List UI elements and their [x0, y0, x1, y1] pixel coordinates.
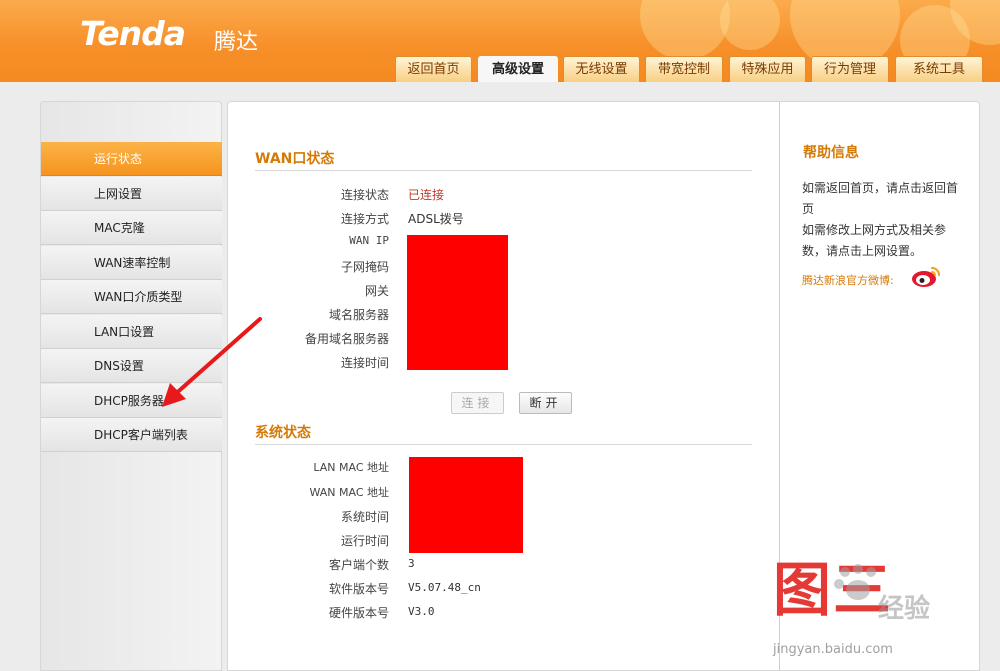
watermark: 图 三 经验 jingyan.baidu.com — [773, 560, 998, 670]
connect-button[interactable]: 连接 — [451, 392, 504, 414]
redaction-box — [407, 235, 508, 370]
sidebar-item-dhcp-client-list[interactable]: DHCP客户端列表 — [41, 418, 222, 452]
disconnect-button[interactable]: 断开 — [519, 392, 572, 414]
tab-home[interactable]: 返回首页 — [395, 56, 472, 82]
wan-connection-type-value: ADSL拨号 — [408, 212, 464, 226]
wan-mac-label: WAN MAC 地址 — [309, 486, 389, 499]
paw-icon — [834, 564, 876, 600]
wan-connection-status-value: 已连接 — [408, 188, 445, 202]
uptime-label: 运行时间 — [340, 534, 389, 548]
software-version-value: V5.07.48_cn — [408, 581, 481, 594]
system-time-label: 系统时间 — [340, 510, 389, 524]
tab-system-tools[interactable]: 系统工具 — [895, 56, 983, 82]
hardware-version-value: V3.0 — [408, 605, 435, 618]
header-bubble — [720, 0, 780, 50]
wan-status-title: WAN口状态 — [255, 151, 335, 167]
sidebar-item-running-status[interactable]: 运行状态 — [41, 142, 222, 176]
tab-advanced-settings[interactable]: 高级设置 — [478, 56, 558, 82]
wan-connection-status-label: 连接状态 — [340, 188, 389, 202]
divider — [255, 444, 752, 445]
software-version-label: 软件版本号 — [328, 582, 389, 596]
tab-behavior-management[interactable]: 行为管理 — [811, 56, 889, 82]
main-panel: WAN口状态 连接状态 已连接 连接方式 ADSL拨号 WAN IP 子网掩码 … — [227, 101, 780, 671]
subnet-mask-label: 子网掩码 — [340, 260, 389, 274]
watermark-char: 图 — [773, 556, 832, 624]
lan-mac-label: LAN MAC 地址 — [313, 461, 389, 474]
redaction-box — [409, 457, 523, 553]
tab-special-apps[interactable]: 特殊应用 — [729, 56, 806, 82]
weibo-link[interactable]: 腾达新浪官方微博: — [802, 272, 894, 288]
red-arrow-annotation — [162, 317, 262, 407]
sidebar-item-wan-rate-control[interactable]: WAN速率控制 — [41, 246, 222, 280]
system-status-title: 系统状态 — [255, 425, 311, 441]
hardware-version-label: 硬件版本号 — [328, 606, 389, 620]
help-title: 帮助信息 — [803, 145, 859, 161]
tenda-logo-cn: 腾达 — [214, 30, 259, 55]
client-count-label: 客户端个数 — [328, 558, 389, 572]
sidebar-item-internet-settings[interactable]: 上网设置 — [41, 177, 222, 211]
sidebar-item-wan-medium-type[interactable]: WAN口介质类型 — [41, 280, 222, 314]
wan-connection-type-label: 连接方式 — [340, 212, 389, 226]
tenda-logo: Tenda — [80, 14, 186, 53]
tab-wireless-settings[interactable]: 无线设置 — [563, 56, 640, 82]
sidebar-item-mac-clone[interactable]: MAC克隆 — [41, 211, 222, 245]
weibo-icon[interactable] — [910, 262, 942, 288]
watermark-url: jingyan.baidu.com — [773, 642, 893, 657]
divider — [255, 170, 752, 171]
tab-bandwidth-control[interactable]: 带宽控制 — [645, 56, 723, 82]
gateway-label: 网关 — [364, 284, 389, 298]
help-text: 如需返回首页，请点击返回首页 如需修改上网方式及相关参数，请点击上网设置。 — [802, 181, 959, 258]
header-bubble — [640, 0, 730, 60]
client-count-value: 3 — [408, 557, 415, 570]
header-bar: Tenda 腾达 返回首页 高级设置 无线设置 带宽控制 特殊应用 行为管理 系… — [0, 0, 1000, 82]
wan-ip-label: WAN IP — [349, 234, 389, 247]
watermark-site: 经验 — [878, 594, 931, 624]
